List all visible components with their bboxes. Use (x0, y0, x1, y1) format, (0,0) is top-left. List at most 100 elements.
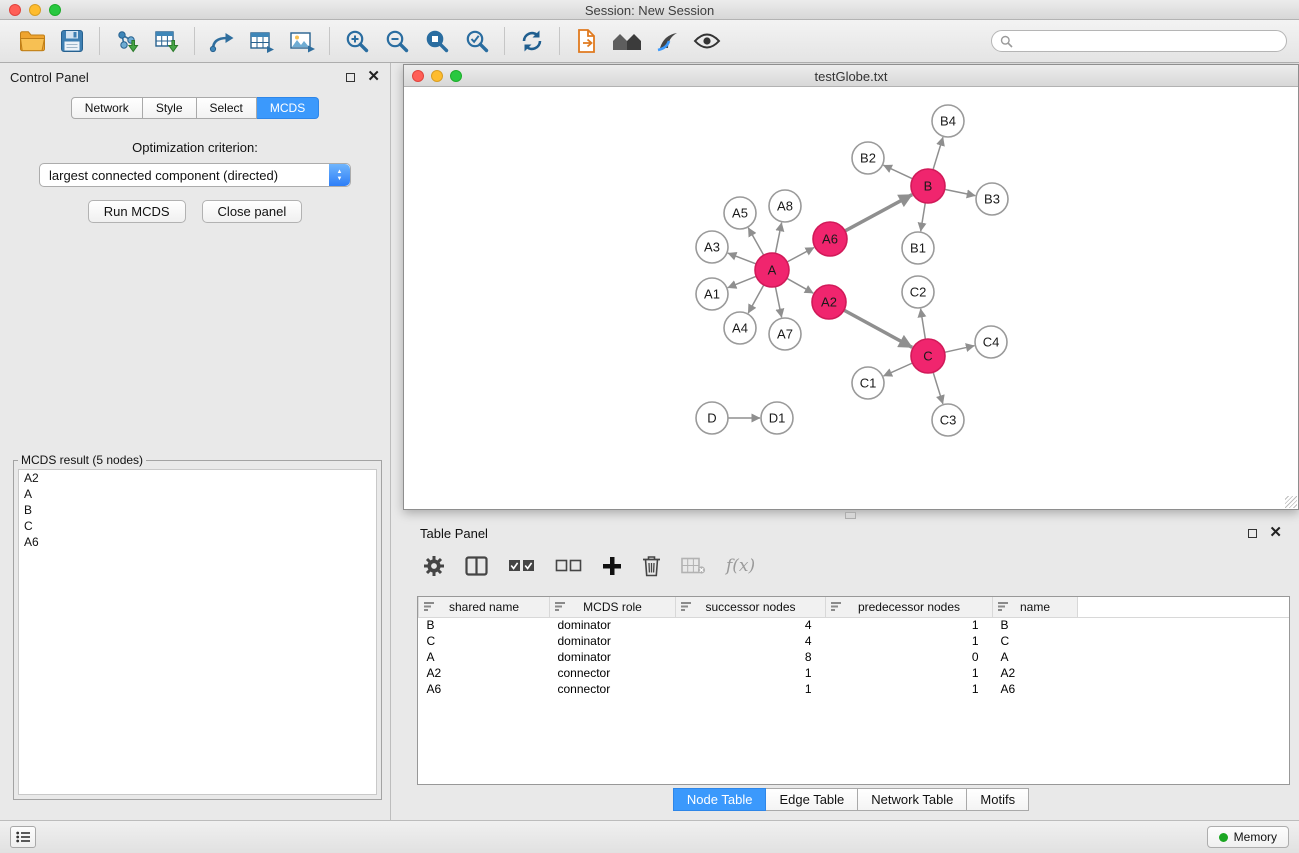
float-table-panel-button[interactable] (1248, 529, 1257, 538)
graph-edge-C-C1[interactable] (884, 363, 913, 376)
graph-node-B2[interactable]: B2 (852, 142, 884, 174)
task-history-button[interactable] (10, 826, 36, 848)
table-row[interactable]: A6connector11A6 (419, 681, 1290, 697)
graph-node-D[interactable]: D (696, 402, 728, 434)
tab-network[interactable]: Network (71, 97, 143, 119)
column-header-name[interactable]: name (993, 597, 1078, 617)
graph-node-C4[interactable]: C4 (975, 326, 1007, 358)
graph-node-C2[interactable]: C2 (902, 276, 934, 308)
graph-edge-C-C3[interactable] (933, 372, 943, 404)
export-table-button[interactable] (242, 23, 282, 59)
graph-edge-A-A8[interactable] (775, 223, 781, 254)
graph-edge-A-A2[interactable] (787, 278, 814, 293)
optimization-dropdown[interactable]: largest connected component (directed) ▲… (39, 163, 351, 187)
import-document-button[interactable] (567, 23, 607, 59)
show-hide-button[interactable] (687, 23, 727, 59)
network-canvas[interactable]: B4 B2 B B3 A5 A8 A6 A3 B1 A C2 A1 A2 A4 A7 C4 C C1 D D1 C3 (404, 87, 1298, 509)
zoom-out-button[interactable] (377, 23, 417, 59)
graph-node-A5[interactable]: A5 (724, 197, 756, 229)
list-item[interactable]: A6 (19, 534, 376, 550)
memory-button[interactable]: Memory (1207, 826, 1289, 848)
save-session-button[interactable] (52, 23, 92, 59)
tab-edge-table[interactable]: Edge Table (766, 788, 858, 811)
node-table[interactable]: shared nameMCDS rolesuccessor nodesprede… (417, 596, 1290, 785)
graph-edge-A6-B[interactable] (845, 195, 912, 231)
graph-edge-C-C4[interactable] (945, 346, 975, 353)
home-views-button[interactable] (607, 23, 647, 59)
graph-edge-B-B3[interactable] (945, 189, 976, 195)
close-table-panel-icon[interactable]: ✕ (1269, 528, 1282, 538)
import-table-button[interactable] (147, 23, 187, 59)
graph-edge-A-A6[interactable] (787, 248, 814, 263)
graph-node-A6[interactable]: A6 (813, 222, 847, 256)
close-panel-icon[interactable]: ✕ (367, 72, 380, 82)
table-row[interactable]: Adominator80A (419, 649, 1290, 665)
tab-mcds[interactable]: MCDS (257, 97, 319, 119)
split-handle[interactable] (845, 512, 856, 519)
float-panel-button[interactable] (346, 73, 355, 82)
graph-edge-A-A7[interactable] (775, 287, 781, 318)
export-network-button[interactable] (202, 23, 242, 59)
graph-edge-A-A5[interactable] (748, 228, 763, 255)
table-row[interactable]: A2connector11A2 (419, 665, 1290, 681)
tab-node-table[interactable]: Node Table (673, 788, 767, 811)
graph-node-A7[interactable]: A7 (769, 318, 801, 350)
column-header-shared-name[interactable]: shared name (419, 597, 550, 617)
add-row-button[interactable] (602, 556, 622, 576)
apply-style-button[interactable] (647, 23, 687, 59)
network-graph[interactable]: B4 B2 B B3 A5 A8 A6 A3 B1 A C2 A1 A2 A4 A7 C4 C C1 D D1 C3 (404, 87, 1298, 509)
table-row[interactable]: Bdominator41B (419, 617, 1290, 633)
tab-motifs[interactable]: Motifs (967, 788, 1029, 811)
zoom-selected-button[interactable] (457, 23, 497, 59)
resize-grip[interactable] (1285, 496, 1297, 508)
graph-node-A8[interactable]: A8 (769, 190, 801, 222)
column-header-successor-nodes[interactable]: successor nodes (676, 597, 826, 617)
table-row[interactable]: Cdominator41C (419, 633, 1290, 649)
column-header-MCDS-role[interactable]: MCDS role (550, 597, 676, 617)
graph-node-A4[interactable]: A4 (724, 312, 756, 344)
graph-edge-A-A3[interactable] (728, 253, 756, 264)
graph-node-A2[interactable]: A2 (812, 285, 846, 319)
import-network-button[interactable] (107, 23, 147, 59)
table-settings-button[interactable] (423, 555, 445, 577)
open-session-button[interactable] (12, 23, 52, 59)
select-all-button[interactable] (508, 559, 535, 573)
run-mcds-button[interactable]: Run MCDS (88, 200, 186, 223)
graph-edge-C-C2[interactable] (921, 309, 926, 339)
search-box[interactable] (991, 30, 1287, 52)
graph-edge-B-B2[interactable] (883, 165, 912, 179)
tab-select[interactable]: Select (197, 97, 257, 119)
search-input[interactable] (1017, 34, 1278, 48)
graph-node-C1[interactable]: C1 (852, 367, 884, 399)
list-item[interactable]: A (19, 486, 376, 502)
graph-node-C[interactable]: C (911, 339, 945, 373)
tab-network-table[interactable]: Network Table (858, 788, 967, 811)
graph-node-B[interactable]: B (911, 169, 945, 203)
graph-edge-A2-C[interactable] (844, 310, 912, 347)
graph-node-B3[interactable]: B3 (976, 183, 1008, 215)
graph-edge-B-B1[interactable] (921, 203, 926, 231)
graph-node-A[interactable]: A (755, 253, 789, 287)
zoom-in-button[interactable] (337, 23, 377, 59)
export-image-button[interactable] (282, 23, 322, 59)
delete-row-button[interactable] (642, 555, 661, 577)
graph-node-A3[interactable]: A3 (696, 231, 728, 263)
deselect-all-button[interactable] (555, 559, 582, 573)
tab-style[interactable]: Style (143, 97, 197, 119)
graph-edge-B-B4[interactable] (933, 137, 943, 170)
list-item[interactable]: A2 (19, 470, 376, 486)
apply-layout-button[interactable] (512, 23, 552, 59)
graph-node-B1[interactable]: B1 (902, 232, 934, 264)
list-item[interactable]: C (19, 518, 376, 534)
close-panel-button[interactable]: Close panel (202, 200, 303, 223)
column-layout-button[interactable] (465, 556, 488, 576)
graph-node-C3[interactable]: C3 (932, 404, 964, 436)
zoom-fit-button[interactable] (417, 23, 457, 59)
column-header-predecessor-nodes[interactable]: predecessor nodes (826, 597, 993, 617)
graph-node-A1[interactable]: A1 (696, 278, 728, 310)
graph-node-B4[interactable]: B4 (932, 105, 964, 137)
list-item[interactable]: B (19, 502, 376, 518)
graph-edge-A-A4[interactable] (748, 285, 764, 313)
graph-node-D1[interactable]: D1 (761, 402, 793, 434)
graph-edge-A-A1[interactable] (728, 276, 756, 287)
